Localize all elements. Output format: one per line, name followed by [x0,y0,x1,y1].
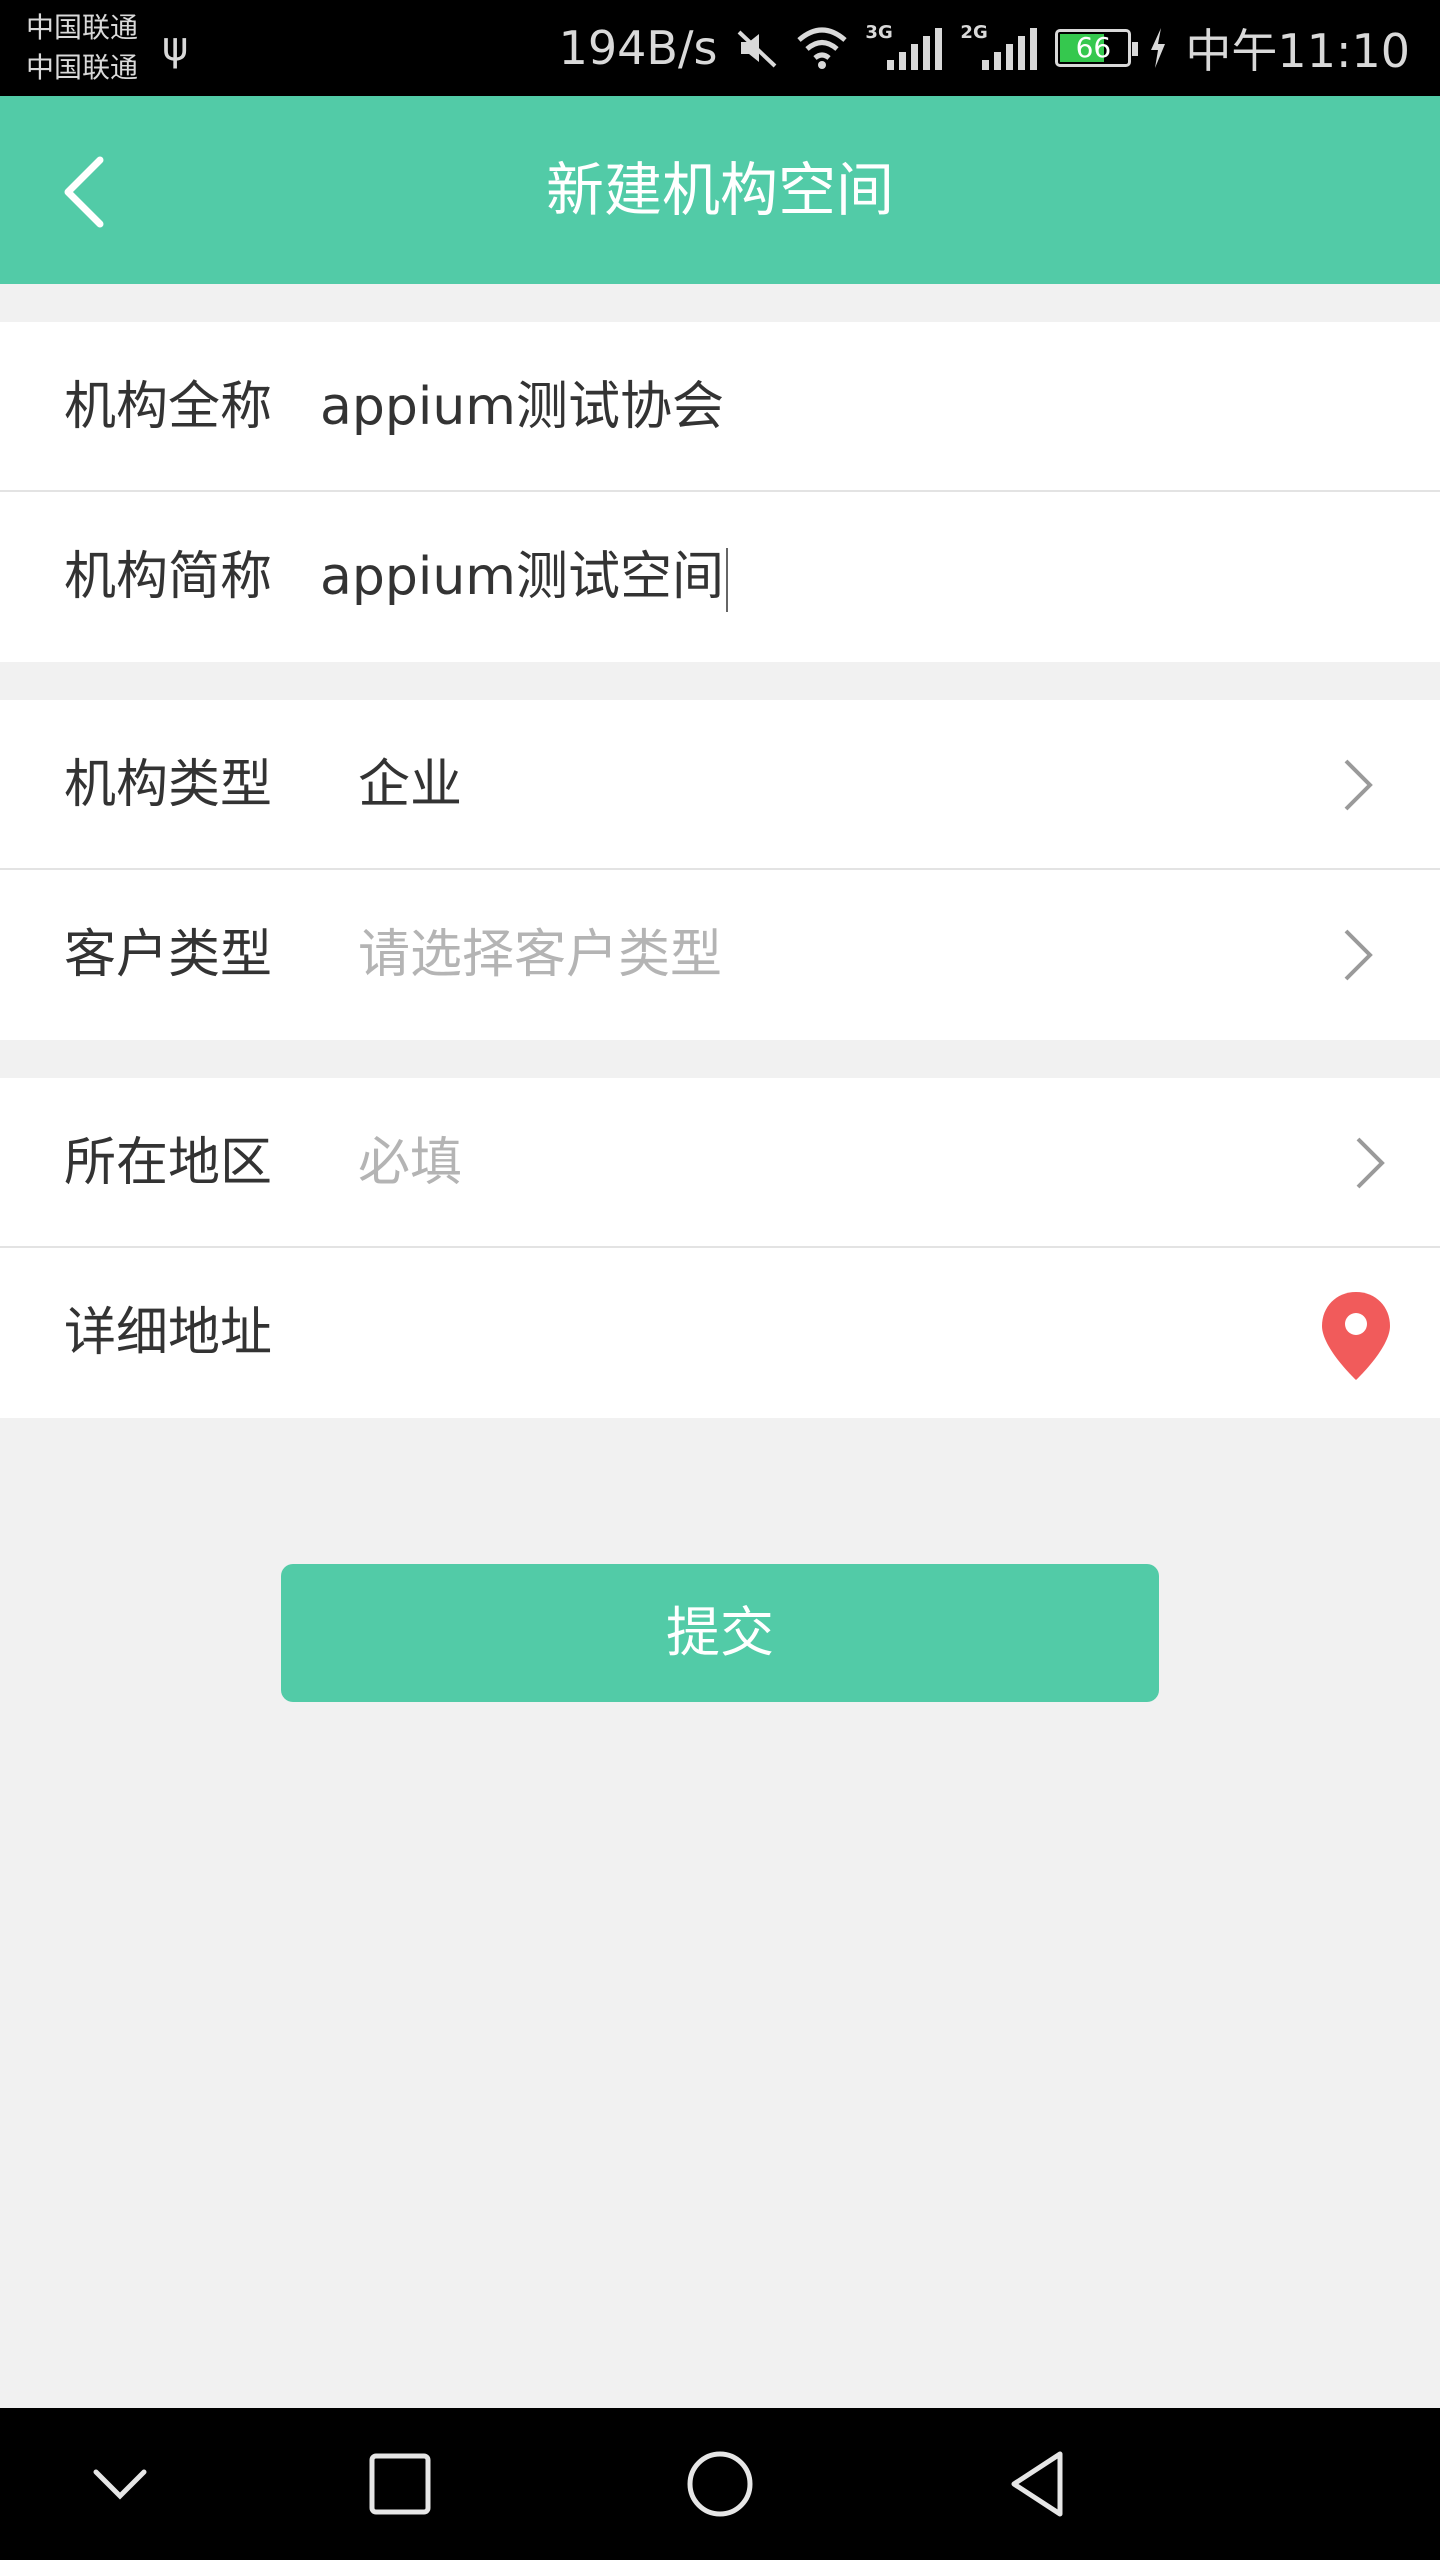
text-cursor [725,548,728,612]
short-name-row[interactable]: 机构简称 appium测试空间 [0,492,1440,662]
back-icon[interactable] [1000,2444,1080,2524]
submit-button[interactable]: 提交 [281,1564,1159,1702]
carrier-2: 中国联通 [26,51,139,84]
customer-type-select[interactable]: 请选择客户类型 [358,870,722,1040]
clock: 中午11:10 [1185,24,1410,78]
status-bar: 中国联通 中国联通 ψ 194B/s 3G 2G 66 中午11:10 [0,0,1440,96]
address-row[interactable]: 详细地址 [0,1248,1440,1418]
system-nav-bar [0,2408,1440,2560]
address-label: 详细地址 [64,1303,273,1363]
org-type-value[interactable]: 企业 [358,700,462,870]
mute-icon [738,30,777,68]
battery-icon: 66 [1055,29,1139,67]
name-section: 机构全称 appium测试协会 机构简称 appium测试空间 [0,322,1440,662]
location-section: 所在地区 必填 详细地址 [0,1078,1440,1418]
carrier-info: 中国联通 中国联通 [26,8,138,88]
net-speed: 194B/s [558,21,718,75]
org-type-row[interactable]: 机构类型 企业 [0,700,1440,870]
app-header: 新建机构空间 [0,96,1440,284]
chevron-right-icon [1344,929,1373,981]
signal-3g-icon: 3G [865,22,943,70]
battery-level: 66 [1075,31,1112,64]
page-title: 新建机构空间 [545,156,894,224]
region-row[interactable]: 所在地区 必填 [0,1078,1440,1248]
carrier-1: 中国联通 [26,11,139,44]
customer-type-label: 客户类型 [64,925,273,985]
wifi-icon [797,27,848,69]
customer-type-row[interactable]: 客户类型 请选择客户类型 [0,870,1440,1040]
chevron-right-icon [1356,1137,1385,1189]
back-arrow-icon[interactable] [50,144,130,240]
region-label: 所在地区 [64,1133,273,1193]
full-name-row[interactable]: 机构全称 appium测试协会 [0,322,1440,492]
location-pin-icon[interactable] [1318,1288,1394,1384]
short-name-input[interactable]: appium测试空间 [320,492,728,662]
recent-apps-icon[interactable] [360,2444,440,2524]
full-name-label: 机构全称 [64,377,273,437]
chevron-right-icon [1344,759,1373,811]
home-icon[interactable] [680,2444,760,2524]
full-name-input[interactable]: appium测试协会 [320,322,724,492]
region-select[interactable]: 必填 [358,1078,462,1248]
charging-icon [1151,28,1166,68]
signal-2g-icon: 2G [960,22,1038,70]
short-name-label: 机构简称 [64,547,273,607]
chevron-down-icon[interactable] [80,2444,160,2524]
type-section: 机构类型 企业 客户类型 请选择客户类型 [0,700,1440,1040]
usb-icon: ψ [162,24,189,70]
short-name-value: appium测试空间 [320,547,724,607]
org-type-label: 机构类型 [64,755,273,815]
